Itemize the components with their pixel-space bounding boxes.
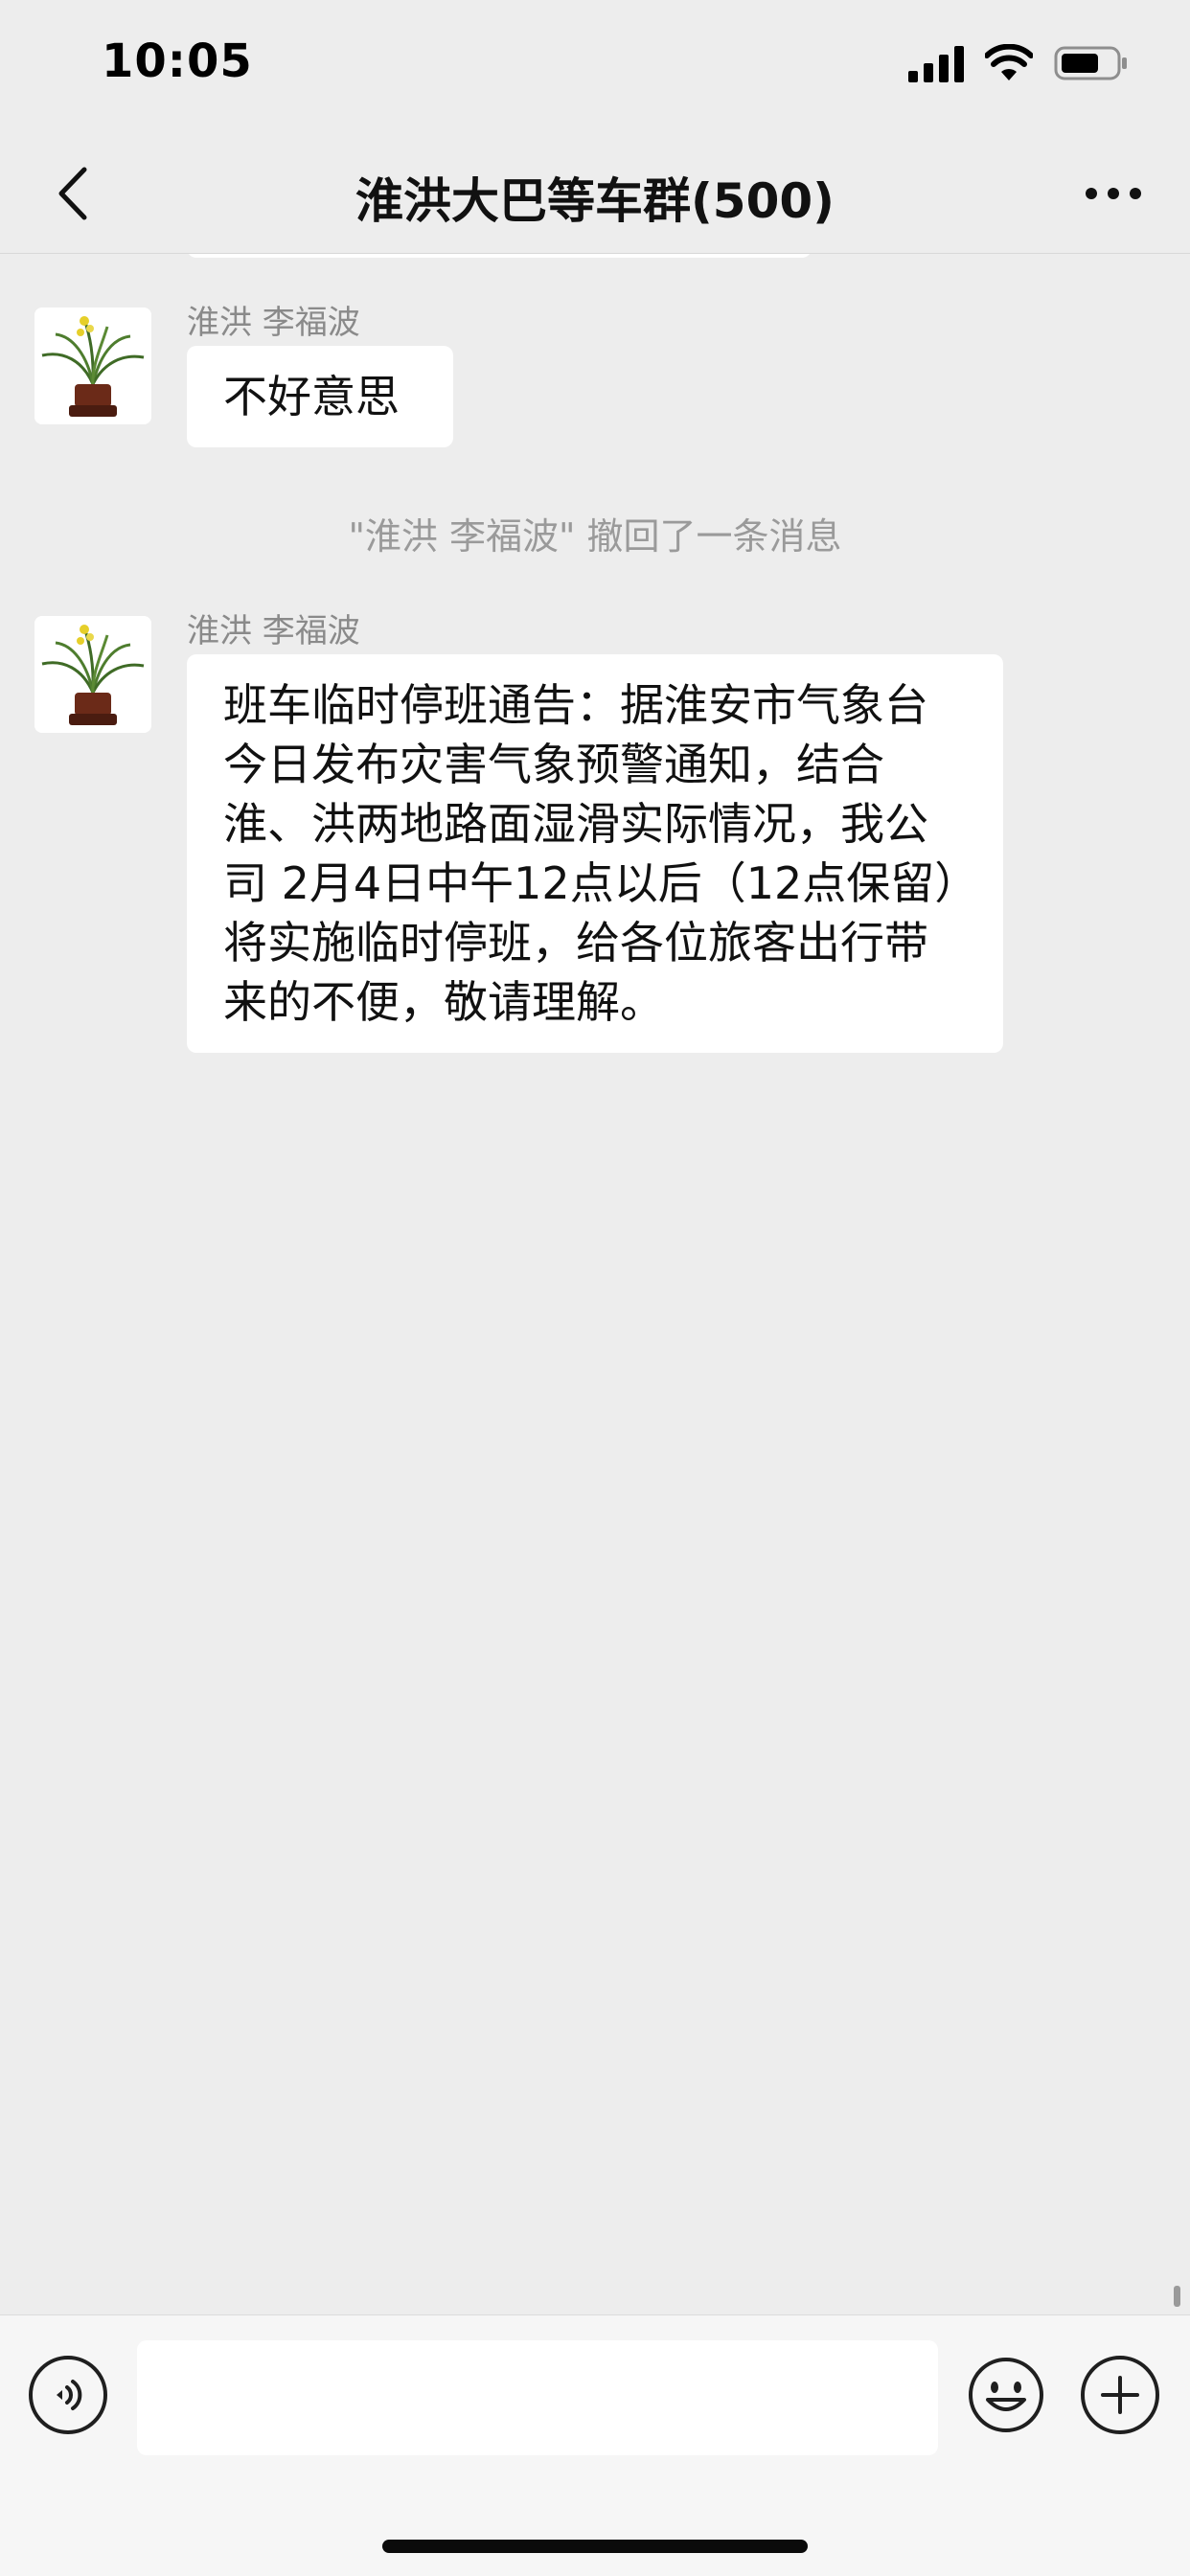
status-icons (908, 44, 1129, 82)
potted-plant-avatar (34, 616, 151, 733)
sender-name: 淮洪 李福波 (187, 612, 360, 650)
message-input[interactable] (137, 2340, 938, 2455)
plus-button[interactable] (1081, 2356, 1159, 2434)
wifi-icon (985, 44, 1033, 80)
potted-plant-avatar (34, 308, 151, 424)
home-indicator (382, 2540, 808, 2553)
avatar[interactable] (34, 308, 151, 424)
emoji-icon (969, 2358, 1043, 2432)
input-bar (0, 2314, 1190, 2576)
recall-notice: "淮洪 李福波" 撤回了一条消息 (348, 515, 842, 558)
battery-icon (1054, 46, 1127, 80)
nav-bar: 淮洪大巴等车群(500) (0, 134, 1190, 254)
scrollbar[interactable] (1174, 2286, 1180, 2307)
more-dots-icon (1086, 188, 1141, 199)
chat-title: 淮洪大巴等车群(500) (355, 173, 835, 229)
emoji-button[interactable] (967, 2356, 1045, 2434)
message-bubble[interactable]: 不好意思 (187, 346, 453, 447)
voice-button[interactable] (29, 2356, 107, 2434)
previous-message-bubble[interactable] (187, 254, 812, 258)
sender-name: 淮洪 李福波 (187, 304, 360, 342)
signal-icon (908, 46, 964, 82)
more-button[interactable] (1075, 157, 1152, 230)
status-bar: 10:05 (0, 0, 1190, 134)
message-bubble[interactable]: 班车临时停班通告：据淮安市气象台今日发布灾害气象预警通知，结合淮、洪两地路面湿滑… (187, 654, 1003, 1053)
chat-area[interactable]: 淮洪 李福波 不好意思 "淮洪 李福波" 撤回了一条消息 淮洪 李福波 班车临时 (0, 254, 1190, 2314)
voice-icon (57, 2380, 82, 2410)
status-time: 10:05 (102, 34, 253, 88)
avatar[interactable] (34, 616, 151, 733)
plus-icon (1101, 2376, 1139, 2414)
